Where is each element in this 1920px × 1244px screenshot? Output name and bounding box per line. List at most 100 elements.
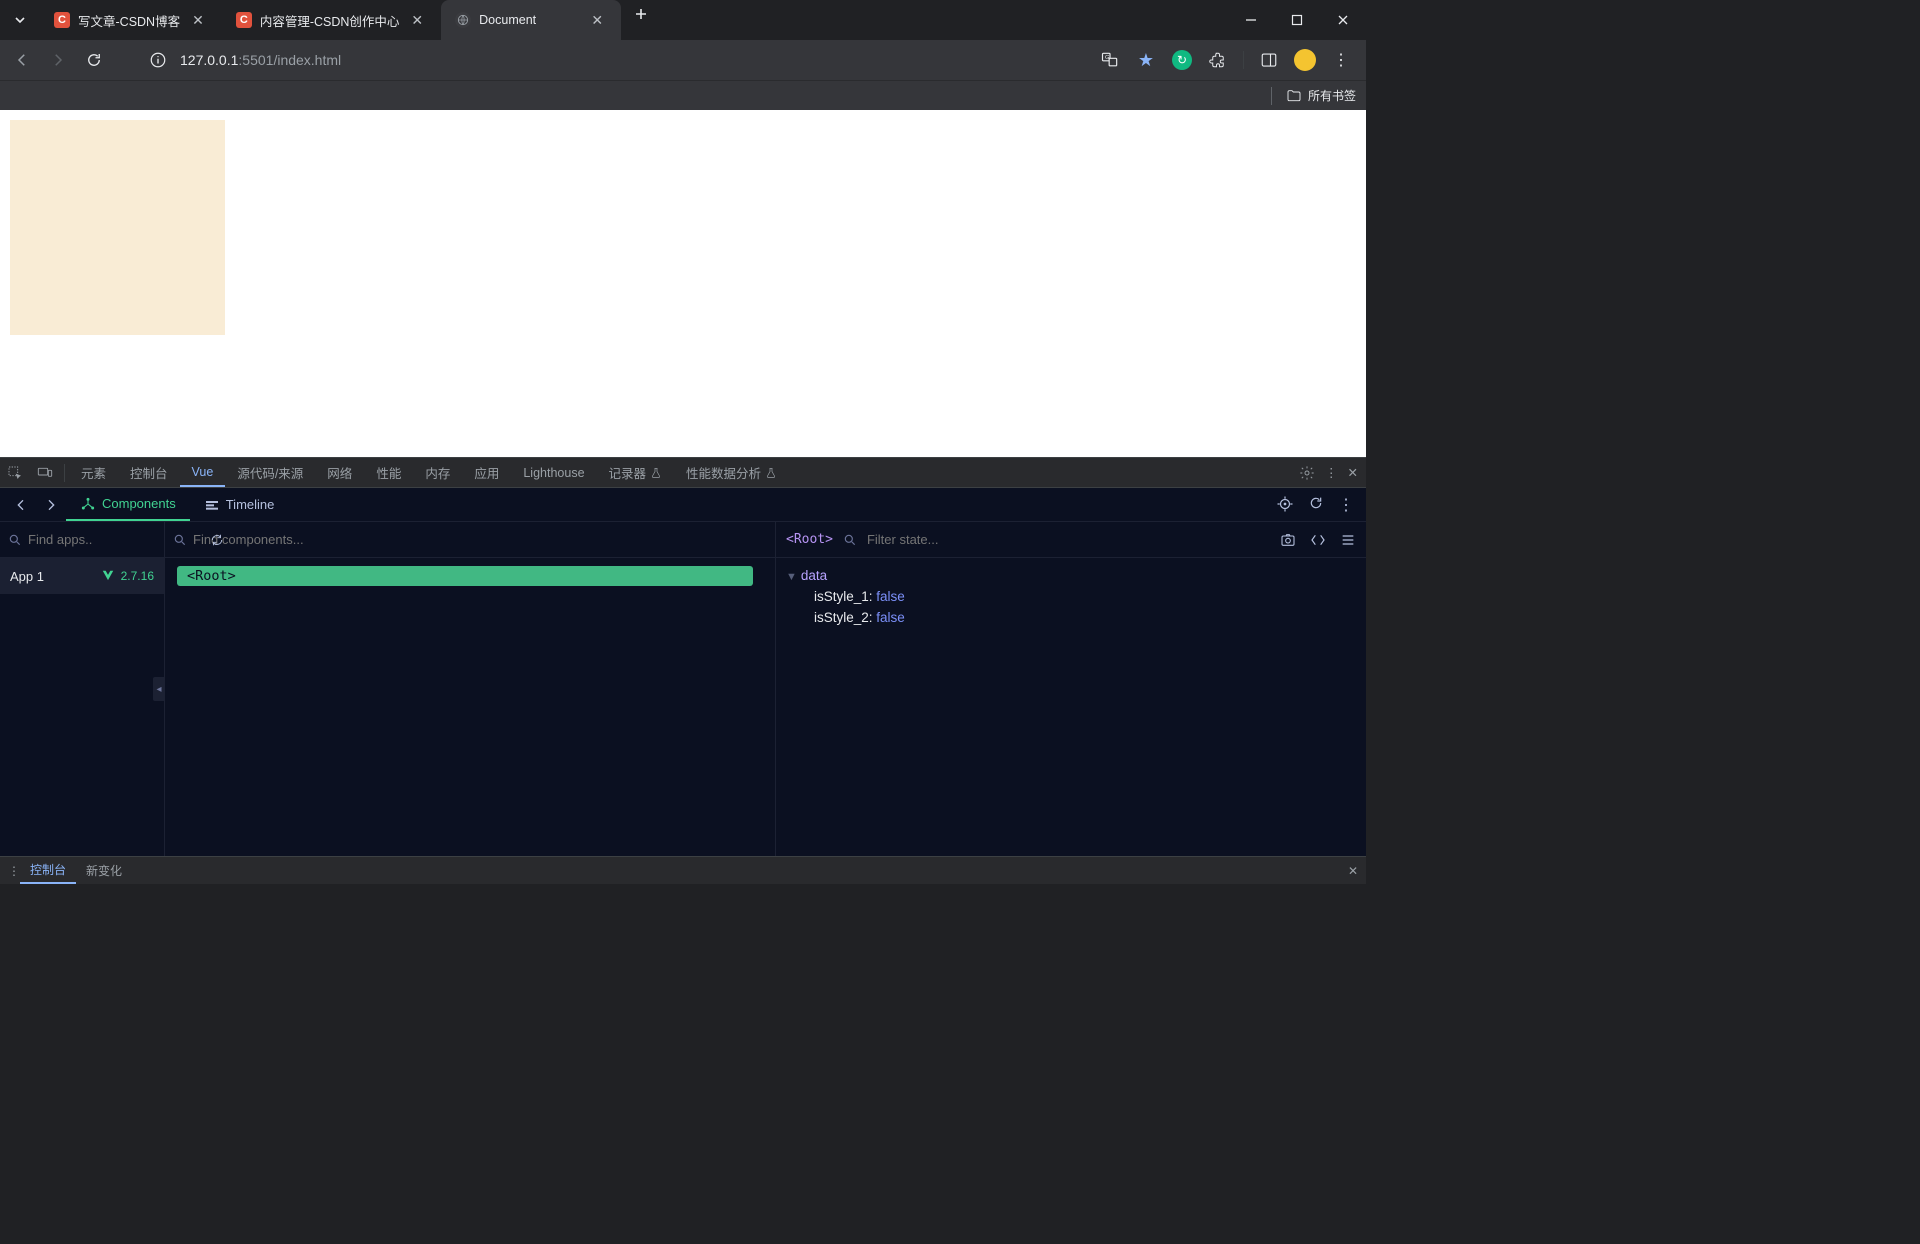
vue-state-panel: <Root> ▼data isStyle_1: false isStyle_2:… <box>776 522 1366 856</box>
devtools-tab-bar: 元素 控制台 Vue 源代码/来源 网络 性能 内存 应用 Lighthouse… <box>0 458 1366 488</box>
bookmarks-divider <box>1271 87 1272 105</box>
all-bookmarks-button[interactable]: 所有书签 <box>1286 87 1356 104</box>
minimize-button[interactable] <box>1228 0 1274 40</box>
url-path: /index.html <box>273 52 341 68</box>
vue-devtools-body: App 1 2.7.16 <Root> <box>0 522 1366 856</box>
devtools-tab-console[interactable]: 控制台 <box>118 458 180 487</box>
state-prop-row[interactable]: isStyle_1: false <box>786 587 1356 608</box>
components-search-input[interactable] <box>193 532 767 547</box>
inspect-element-icon[interactable] <box>0 465 30 481</box>
vue-version-badge: 2.7.16 <box>101 569 154 583</box>
open-in-editor-icon[interactable] <box>1310 532 1326 548</box>
site-info-icon[interactable] <box>144 46 172 74</box>
forward-button[interactable] <box>44 46 72 74</box>
devtools-close-icon[interactable]: ✕ <box>1348 465 1358 480</box>
extensions-icon[interactable] <box>1207 49 1229 71</box>
vue-back-button[interactable] <box>6 490 36 520</box>
profile-avatar[interactable] <box>1294 49 1316 71</box>
url-host: 127.0.0.1 <box>180 52 238 68</box>
flask-icon <box>765 467 777 479</box>
vue-menu-icon[interactable]: ⋮ <box>1338 495 1354 515</box>
folder-icon <box>1286 88 1302 104</box>
devtools-settings-icon[interactable] <box>1299 465 1315 481</box>
browser-titlebar: C 写文章-CSDN博客 ✕ C 内容管理-CSDN创作中心 ✕ Documen… <box>0 0 1366 40</box>
devtools-tab-perf-insights[interactable]: 性能数据分析 <box>674 458 789 487</box>
components-search-row <box>165 522 775 558</box>
all-bookmarks-label: 所有书签 <box>1308 87 1356 104</box>
state-filter-input[interactable] <box>867 532 1270 547</box>
vue-devtools-panel: Components Timeline ⋮ App 1 <box>0 488 1366 856</box>
favicon-csdn-icon: C <box>236 12 252 28</box>
close-tab-icon[interactable]: ✕ <box>587 12 607 29</box>
vue-locate-icon[interactable] <box>1276 495 1294 515</box>
state-body: ▼data isStyle_1: false isStyle_2: false <box>776 558 1366 637</box>
tab-document[interactable]: Document ✕ <box>441 0 621 40</box>
url-port: :5501 <box>238 52 273 68</box>
devtools-divider <box>64 464 65 482</box>
devtools-tab-memory[interactable]: 内存 <box>413 458 462 487</box>
close-tab-icon[interactable]: ✕ <box>407 12 427 29</box>
screenshot-icon[interactable] <box>1280 532 1296 548</box>
favicon-globe-icon <box>455 12 471 28</box>
device-toolbar-icon[interactable] <box>30 465 60 481</box>
devtools-tab-lighthouse[interactable]: Lighthouse <box>511 458 596 487</box>
apps-search-input[interactable] <box>28 532 204 547</box>
vue-tab-components[interactable]: Components <box>66 488 190 521</box>
state-breadcrumb[interactable]: <Root> <box>786 532 833 547</box>
devtools-drawer: ⋮ 控制台 新变化 ✕ <box>0 856 1366 884</box>
disclosure-triangle-icon[interactable]: ▼ <box>786 571 797 583</box>
component-node-root[interactable]: <Root> <box>177 566 753 586</box>
drawer-menu-icon[interactable]: ⋮ <box>8 864 20 878</box>
tab-csdn-manage[interactable]: C 内容管理-CSDN创作中心 ✕ <box>222 0 441 40</box>
vue-component-tree: <Root> <box>165 522 776 856</box>
drawer-tab-console[interactable]: 控制台 <box>20 857 76 884</box>
vue-apps-panel: App 1 2.7.16 <box>0 522 165 856</box>
toolbar-icons: G ★ ↻ ⋮ <box>1099 49 1358 71</box>
tab-search-dropdown[interactable] <box>0 14 40 26</box>
flask-icon <box>650 467 662 479</box>
bookmark-star-icon[interactable]: ★ <box>1135 49 1157 71</box>
vue-tab-timeline[interactable]: Timeline <box>190 488 289 521</box>
devtools-tab-vue[interactable]: Vue <box>180 458 226 487</box>
drawer-tab-whatsnew[interactable]: 新变化 <box>76 857 132 884</box>
vue-forward-button[interactable] <box>36 490 66 520</box>
devtools-menu-icon[interactable]: ⋮ <box>1325 465 1338 480</box>
tab-strip: C 写文章-CSDN博客 ✕ C 内容管理-CSDN创作中心 ✕ Documen… <box>40 0 1228 40</box>
new-tab-button[interactable] <box>627 0 655 28</box>
browser-menu-icon[interactable]: ⋮ <box>1330 49 1352 71</box>
toolbar-divider <box>1243 51 1244 69</box>
state-prop-row[interactable]: isStyle_2: false <box>786 608 1356 629</box>
drawer-close-icon[interactable]: ✕ <box>1348 864 1358 878</box>
maximize-button[interactable] <box>1274 0 1320 40</box>
page-viewport <box>0 110 1366 457</box>
reload-button[interactable] <box>80 46 108 74</box>
apps-refresh-icon[interactable] <box>210 533 224 547</box>
vue-devtools-toolbar: Components Timeline ⋮ <box>0 488 1366 522</box>
devtools-tab-sources[interactable]: 源代码/来源 <box>225 458 315 487</box>
tab-label: Document <box>479 13 579 27</box>
svg-text:G: G <box>1105 55 1110 61</box>
search-icon <box>8 533 22 547</box>
devtools-tab-performance[interactable]: 性能 <box>364 458 413 487</box>
search-icon <box>843 533 857 547</box>
devtools-tab-recorder[interactable]: 记录器 <box>597 458 675 487</box>
app-name: App 1 <box>10 569 44 584</box>
devtools-tab-network[interactable]: 网络 <box>315 458 364 487</box>
sidepanel-icon[interactable] <box>1258 49 1280 71</box>
vue-logo-icon <box>101 569 115 583</box>
tab-label: 写文章-CSDN博客 <box>78 11 180 30</box>
translate-icon[interactable]: G <box>1099 49 1121 71</box>
close-window-button[interactable] <box>1320 0 1366 40</box>
tab-csdn-write[interactable]: C 写文章-CSDN博客 ✕ <box>40 0 222 40</box>
close-tab-icon[interactable]: ✕ <box>188 12 208 29</box>
timeline-icon <box>204 497 220 513</box>
vue-app-item[interactable]: App 1 2.7.16 <box>0 558 164 594</box>
devtools-tab-application[interactable]: 应用 <box>462 458 511 487</box>
back-button[interactable] <box>8 46 36 74</box>
address-field[interactable]: 127.0.0.1:5501/index.html <box>180 52 1091 68</box>
vue-refresh-icon[interactable] <box>1308 495 1324 515</box>
format-icon[interactable] <box>1340 532 1356 548</box>
devtools-tab-elements[interactable]: 元素 <box>69 458 118 487</box>
window-controls <box>1228 0 1366 40</box>
livereload-icon[interactable]: ↻ <box>1171 49 1193 71</box>
